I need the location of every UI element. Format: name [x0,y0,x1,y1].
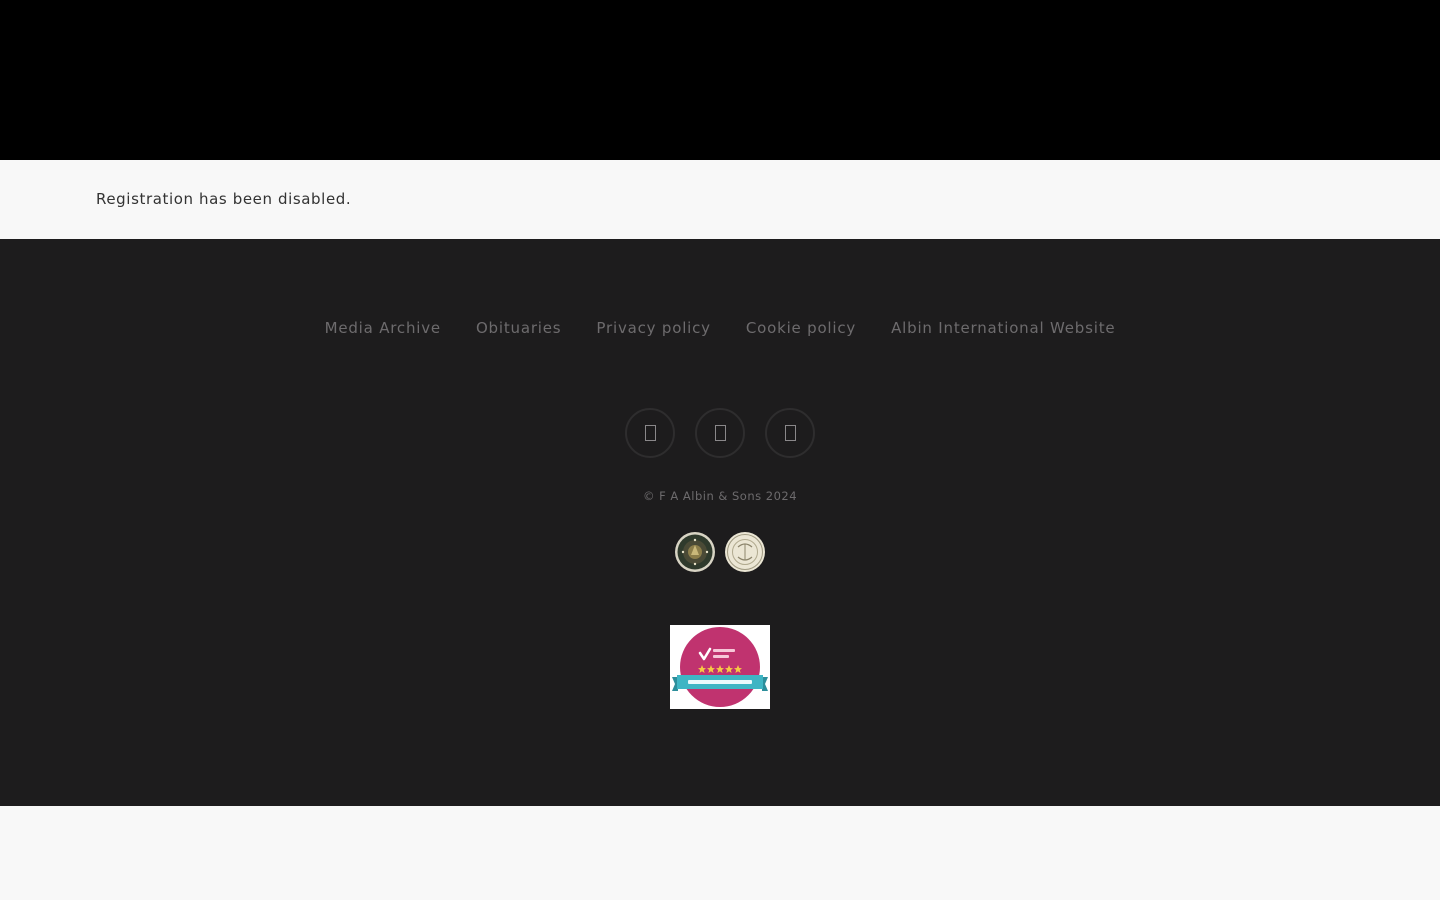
funeral-guide-badge[interactable] [670,625,770,709]
accreditation-seals [0,531,1440,573]
social-links [0,408,1440,458]
registration-disabled-message: Registration has been disabled. [96,190,352,208]
footer-link-obituaries[interactable]: Obituaries [476,319,561,337]
footer-link-cookie-policy[interactable]: Cookie policy [746,319,856,337]
footer-link-media-archive[interactable]: Media Archive [325,319,441,337]
twitter-icon [714,425,726,441]
copyright-text: © F A Albin & Sons 2024 [642,489,798,503]
instagram-button[interactable] [765,408,815,458]
instagram-icon [784,425,796,441]
page-bottom [0,806,1440,900]
saif-seal-logo [725,532,765,572]
site-footer: Media Archive Obituaries Privacy policy … [0,239,1440,806]
footer-link-privacy-policy[interactable]: Privacy policy [596,319,710,337]
twitter-button[interactable] [695,408,745,458]
five-star-funeral-director-badge-logo [672,627,768,707]
footer-link-albin-international[interactable]: Albin International Website [891,319,1115,337]
notice-section: Registration has been disabled. [0,160,1440,239]
facebook-icon [644,425,656,441]
nafd-seal-logo [675,532,715,572]
facebook-button[interactable] [625,408,675,458]
site-header [0,0,1440,160]
footer-nav: Media Archive Obituaries Privacy policy … [0,319,1440,337]
